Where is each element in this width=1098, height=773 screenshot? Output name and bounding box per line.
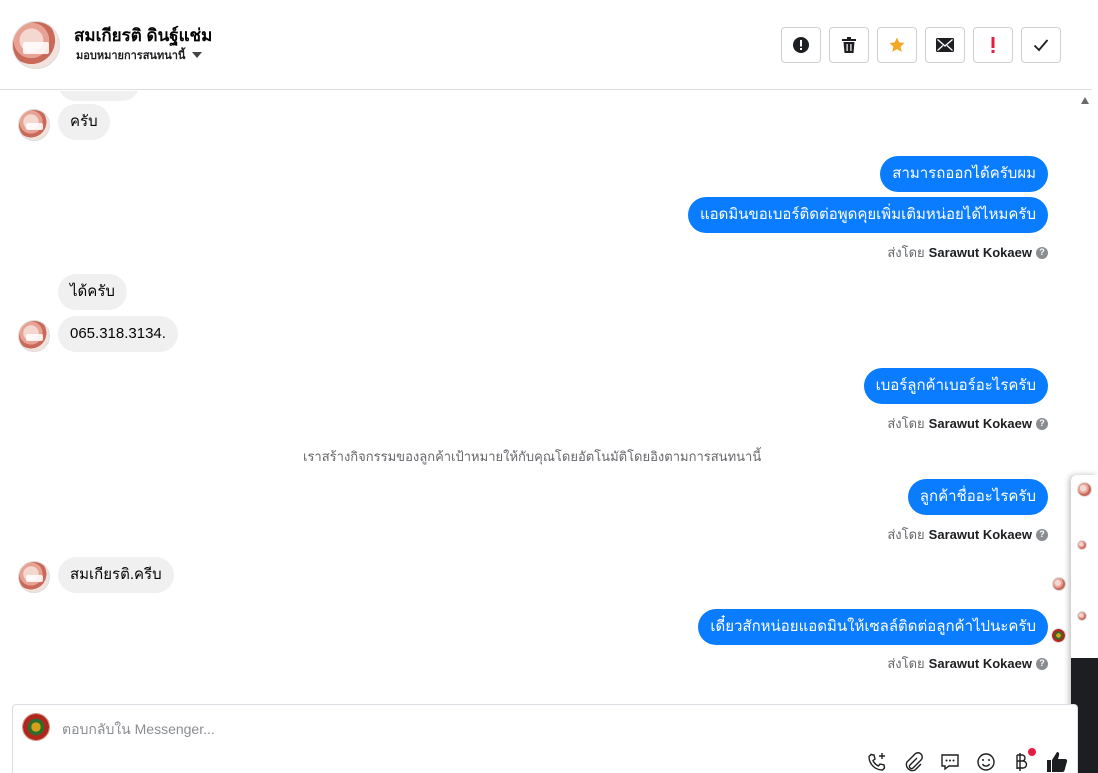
speech-bubble-icon	[941, 754, 959, 771]
sent-by-prefix: ส่งโดย	[887, 416, 925, 431]
assign-conversation-dropdown[interactable]: มอบหมายการสนทนานี้	[76, 46, 203, 64]
exclamation-icon	[991, 37, 995, 53]
sent-by-label: ส่งโดย Sarawut Kokaew ?	[887, 242, 1048, 263]
contact-avatar[interactable]	[12, 21, 60, 69]
report-spam-button[interactable]	[781, 27, 821, 63]
saved-replies-button[interactable]	[939, 751, 961, 773]
sent-by-name: Sarawut Kokaew	[928, 245, 1032, 260]
phone-plus-icon	[868, 753, 886, 771]
mark-unread-button[interactable]	[925, 27, 965, 63]
mini-avatar	[1077, 540, 1087, 550]
contact-name[interactable]: สมเกียรติ ดินฐ์แช่ม	[74, 22, 212, 49]
outgoing-message: ลูกค้าชื่ออะไรครับ	[907, 479, 1048, 515]
paperclip-icon	[905, 752, 923, 772]
help-icon[interactable]: ?	[1036, 417, 1048, 430]
smiley-icon	[977, 753, 995, 771]
sent-by-label: ส่งโดย Sarawut Kokaew ?	[887, 413, 1048, 434]
incoming-message: ได้ครับ	[58, 274, 127, 310]
system-note: เราสร้างกิจกรรมของลูกค้าเป้าหมายให้กับคุ…	[303, 449, 762, 464]
delete-button[interactable]	[829, 27, 869, 63]
sent-by-name: Sarawut Kokaew	[928, 527, 1032, 542]
mini-avatar	[1077, 611, 1087, 621]
incoming-message: สมเกียรติ.ครีบ	[58, 557, 174, 593]
mark-done-button[interactable]	[1021, 27, 1061, 63]
trash-icon	[842, 37, 856, 53]
star-button[interactable]	[877, 27, 917, 63]
scroll-up-arrow-icon[interactable]	[1081, 97, 1089, 104]
mini-avatar	[1077, 482, 1092, 497]
envelope-icon	[936, 38, 954, 52]
help-icon[interactable]: ?	[1036, 657, 1048, 670]
page-avatar	[22, 713, 50, 741]
notification-dot	[1028, 748, 1036, 756]
sent-by-label: ส่งโดย Sarawut Kokaew ?	[887, 653, 1048, 674]
like-button[interactable]	[1046, 751, 1068, 773]
message-bubble-partial	[58, 91, 140, 101]
baht-icon	[1016, 753, 1028, 771]
page-read-receipt	[1051, 628, 1066, 643]
contact-avatar-small	[18, 109, 50, 141]
message-thread: ครับ สามารถออกได้ครับผม แอดมินขอเบอร์ติด…	[0, 91, 1075, 703]
incoming-message: 065.318.3134.	[58, 316, 178, 352]
checkmark-icon	[1033, 39, 1049, 52]
sent-by-name: Sarawut Kokaew	[928, 656, 1032, 671]
star-icon	[889, 37, 905, 52]
outgoing-message: เบอร์ลูกค้าเบอร์อะไรครับ	[863, 368, 1048, 404]
sent-by-name: Sarawut Kokaew	[928, 416, 1032, 431]
seen-avatar	[1052, 577, 1066, 591]
sent-by-prefix: ส่งโดย	[887, 527, 925, 542]
help-icon[interactable]: ?	[1036, 528, 1048, 541]
assign-label: มอบหมายการสนทนานี้	[76, 50, 186, 62]
reply-input[interactable]	[62, 719, 762, 739]
outgoing-message: เดี๋ยวสักหน่อยแอดมินให้เซลล์ติดต่อลูกค้า…	[698, 609, 1048, 645]
outgoing-message: แอดมินขอเบอร์ติดต่อพูดคุยเพิ่มเติมหน่อยไ…	[687, 197, 1048, 233]
emoji-button[interactable]	[975, 751, 997, 773]
incoming-message: ครับ	[58, 104, 110, 140]
call-add-button[interactable]	[866, 751, 888, 773]
sent-by-prefix: ส่งโดย	[887, 656, 925, 671]
follow-up-button[interactable]	[973, 27, 1013, 63]
outgoing-message: สามารถออกได้ครับผม	[880, 156, 1048, 192]
help-icon[interactable]: ?	[1036, 246, 1048, 259]
thumbs-up-icon	[1047, 752, 1068, 772]
caret-down-icon	[192, 52, 203, 58]
conversation-header: สมเกียรติ ดินฐ์แช่ม มอบหมายการสนทนานี้	[0, 0, 1092, 90]
exclamation-circle-icon	[793, 37, 809, 53]
contact-avatar-small	[18, 320, 50, 352]
sent-by-label: ส่งโดย Sarawut Kokaew ?	[887, 524, 1048, 545]
attach-button[interactable]	[902, 751, 924, 773]
conversation-toolbar	[781, 27, 1061, 63]
contact-avatar-small	[18, 561, 50, 593]
sent-by-prefix: ส่งโดย	[887, 245, 925, 260]
